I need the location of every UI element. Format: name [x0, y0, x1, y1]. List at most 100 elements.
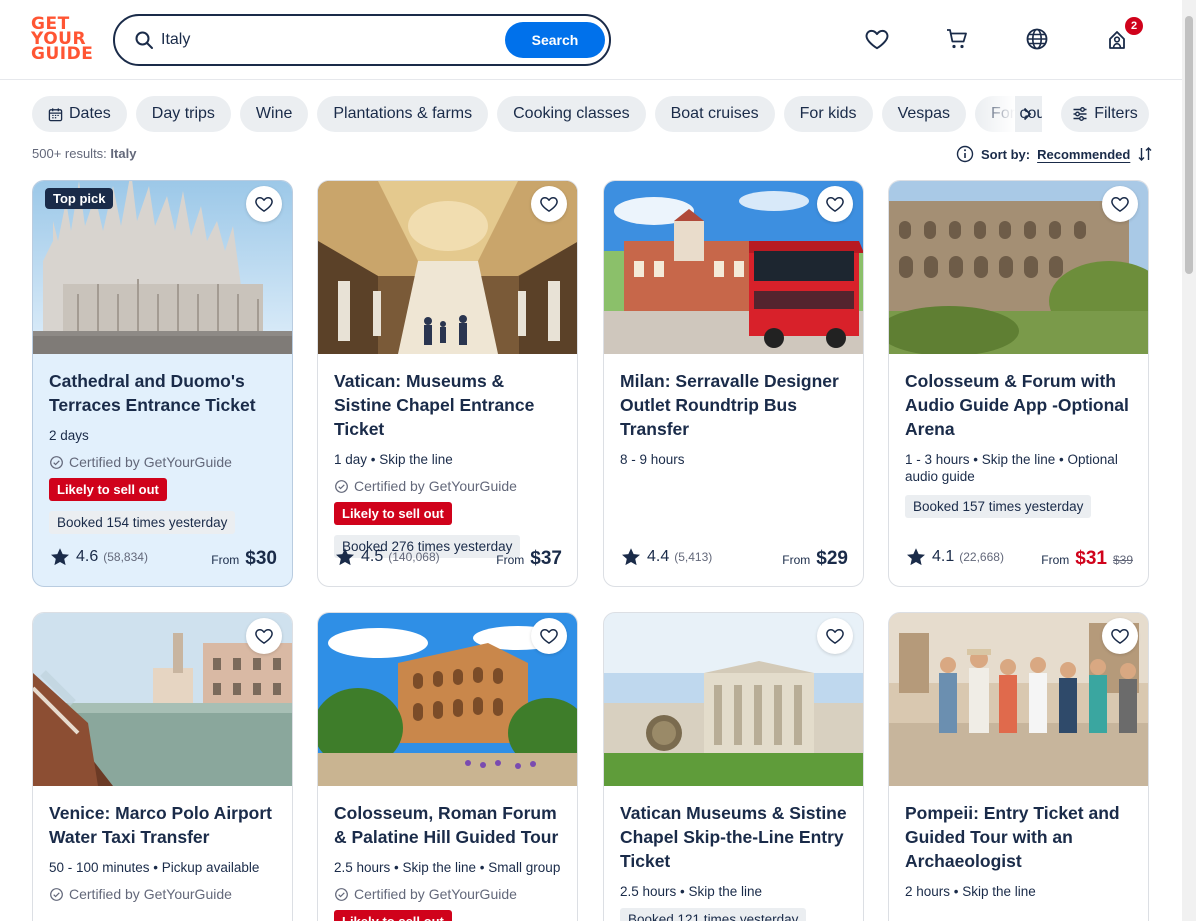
search-icon [135, 31, 153, 49]
activity-title[interactable]: Venice: Marco Polo Airport Water Taxi Tr… [49, 801, 278, 849]
wishlist-heart-icon[interactable] [817, 186, 853, 222]
chip-vespas[interactable]: Vespas [881, 96, 967, 132]
certified-check-icon [334, 479, 349, 494]
activity-title[interactable]: Vatican: Museums & Sistine Chapel Entran… [334, 369, 563, 441]
certified-label: Certified by GetYourGuide [69, 886, 232, 902]
activity-card[interactable]: Vatican: Museums & Sistine Chapel Entran… [317, 180, 578, 587]
certified-check-icon [49, 887, 64, 902]
rating-value: 4.1 [932, 548, 955, 565]
activity-title[interactable]: Vatican Museums & Sistine Chapel Skip-th… [620, 801, 849, 873]
card-body: Milan: Serravalle Designer Outlet Roundt… [620, 369, 849, 468]
certified-badge: Certified by GetYourGuide [49, 886, 278, 902]
filter-chips: Dates Day trips Wine Plantations & farms… [32, 96, 1042, 132]
sort-label: Sort by: [981, 146, 1031, 162]
getyourguide-logo[interactable]: GET YOUR GUIDE [31, 16, 94, 64]
chevron-right-icon[interactable] [1014, 102, 1040, 126]
rating-value: 4.5 [361, 548, 384, 565]
sort-control[interactable]: Sort by: Recommended [956, 144, 1153, 164]
price-amount: $31 [1075, 548, 1107, 569]
price-from-label: From [496, 553, 525, 567]
rating-value: 4.6 [76, 548, 99, 565]
activity-card[interactable]: Milan: Serravalle Designer Outlet Roundt… [603, 180, 864, 587]
review-count: (58,834) [103, 550, 148, 564]
price: From $30 [211, 548, 277, 570]
cart-icon[interactable] [944, 26, 970, 52]
scrollbar-thumb[interactable] [1185, 16, 1193, 274]
activity-meta: 2.5 hours • Skip the line [620, 884, 763, 899]
wishlist-heart-icon[interactable] [246, 618, 282, 654]
card-body: Cathedral and Duomo's Terraces Entrance … [49, 369, 278, 534]
activity-title[interactable]: Milan: Serravalle Designer Outlet Roundt… [620, 369, 849, 441]
activity-meta: 8 - 9 hours [620, 452, 685, 467]
rating-value: 4.4 [647, 548, 670, 565]
star-icon [49, 546, 71, 568]
activity-card[interactable]: Vatican Museums & Sistine Chapel Skip-th… [603, 612, 864, 921]
price-from-label: From [211, 553, 240, 567]
price: From $37 [496, 548, 562, 570]
globe-icon[interactable] [1024, 26, 1050, 52]
activity-meta: 2 hours • Skip the line [905, 884, 1036, 899]
certified-badge: Certified by GetYourGuide [334, 886, 563, 902]
sort-arrows-icon [1138, 147, 1152, 161]
review-count: (22,668) [959, 550, 1004, 564]
rating: 4.4 (5,413) [620, 546, 712, 568]
original-price: $39 [1112, 553, 1133, 567]
wishlist-heart-icon[interactable] [864, 26, 890, 52]
activity-title[interactable]: Colosseum & Forum with Audio Guide App -… [905, 369, 1134, 441]
booked-badge: Booked 157 times yesterday [905, 495, 1092, 518]
booked-badge: Booked 154 times yesterday [49, 511, 236, 534]
activity-title[interactable]: Colosseum, Roman Forum & Palatine Hill G… [334, 801, 563, 849]
wishlist-heart-icon[interactable] [246, 186, 282, 222]
likely-to-sell-out-badge: Likely to sell out [334, 910, 452, 921]
top-header: GET YOUR GUIDE Search 2 [0, 0, 1182, 80]
activity-card[interactable]: Pompeii: Entry Ticket and Guided Tour wi… [888, 612, 1149, 921]
search-input[interactable] [161, 28, 501, 52]
booked-badge: Booked 121 times yesterday [620, 908, 807, 921]
wishlist-heart-icon[interactable] [531, 186, 567, 222]
certified-check-icon [334, 887, 349, 902]
chips-fade [975, 96, 1015, 132]
wishlist-heart-icon[interactable] [531, 618, 567, 654]
price-from-label: From [782, 553, 811, 567]
chip-plantations[interactable]: Plantations & farms [317, 96, 489, 132]
wishlist-heart-icon[interactable] [1102, 186, 1138, 222]
search-bar: Search [113, 14, 611, 66]
sliders-icon [1073, 107, 1087, 121]
wishlist-heart-icon[interactable] [817, 618, 853, 654]
wishlist-heart-icon[interactable] [1102, 618, 1138, 654]
chip-for-kids[interactable]: For kids [783, 96, 873, 132]
activity-title[interactable]: Pompeii: Entry Ticket and Guided Tour wi… [905, 801, 1134, 873]
activity-title[interactable]: Cathedral and Duomo's Terraces Entrance … [49, 369, 278, 417]
chip-label: Dates [69, 105, 111, 122]
chip-boat-cruises[interactable]: Boat cruises [654, 96, 775, 132]
sort-value[interactable]: Recommended [1037, 147, 1130, 162]
activity-card[interactable]: Venice: Marco Polo Airport Water Taxi Tr… [32, 612, 293, 921]
top-pick-badge: Top pick [45, 188, 114, 209]
certified-label: Certified by GetYourGuide [69, 454, 232, 470]
chip-day-trips[interactable]: Day trips [135, 96, 231, 132]
chip-cooking[interactable]: Cooking classes [497, 96, 646, 132]
star-icon [905, 546, 927, 568]
rating: 4.5 (140,068) [334, 546, 440, 568]
results-query: Italy [110, 146, 137, 161]
card-body: Colosseum, Roman Forum & Palatine Hill G… [334, 801, 563, 921]
card-body: Pompeii: Entry Ticket and Guided Tour wi… [905, 801, 1134, 900]
review-count: (140,068) [388, 550, 440, 564]
activity-meta: 50 - 100 minutes • Pickup available [49, 860, 260, 875]
activity-card[interactable]: Top pick Cathedral and Duomo's Terraces … [32, 180, 293, 587]
price-amount: $37 [530, 548, 562, 569]
card-body: Venice: Marco Polo Airport Water Taxi Tr… [49, 801, 278, 902]
certified-label: Certified by GetYourGuide [354, 886, 517, 902]
logo-line-3: GUIDE [31, 44, 94, 64]
search-button[interactable]: Search [505, 22, 605, 58]
activity-card[interactable]: Colosseum, Roman Forum & Palatine Hill G… [317, 612, 578, 921]
chip-wine[interactable]: Wine [239, 96, 309, 132]
activity-meta: 1 day • Skip the line [334, 452, 453, 467]
info-icon[interactable] [956, 145, 974, 163]
price-amount: $29 [816, 548, 848, 569]
activity-card[interactable]: Colosseum & Forum with Audio Guide App -… [888, 180, 1149, 587]
chip-dates[interactable]: Dates [32, 96, 127, 132]
card-body: Vatican Museums & Sistine Chapel Skip-th… [620, 801, 849, 921]
filters-button[interactable]: Filters [1061, 96, 1149, 132]
filters-label: Filters [1094, 105, 1138, 122]
